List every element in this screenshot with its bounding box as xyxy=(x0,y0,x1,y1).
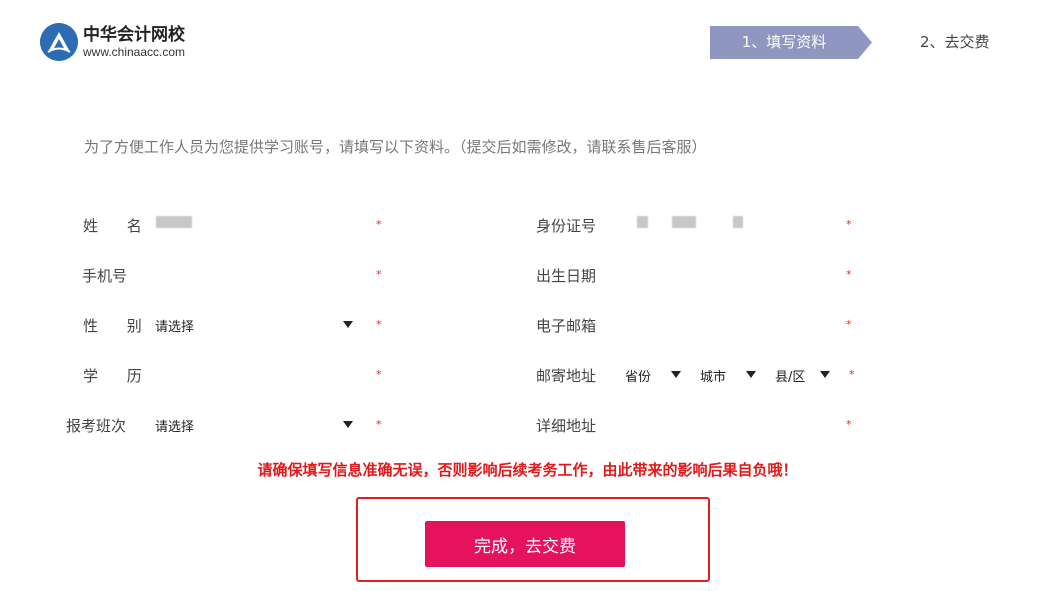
district-select-value: 县/区 xyxy=(775,370,806,385)
class-required-mark: * xyxy=(376,418,382,431)
education-input[interactable] xyxy=(148,358,368,388)
chevron-down-icon xyxy=(671,371,681,378)
district-select[interactable]: 县/区 xyxy=(770,360,838,388)
submit-button[interactable]: 完成，去交费 xyxy=(425,521,625,567)
birth-date-required-mark: * xyxy=(846,268,852,281)
logo-mark-icon xyxy=(40,23,78,61)
province-select[interactable]: 省份 xyxy=(620,360,688,388)
name-label: 姓 名 xyxy=(83,217,154,235)
email-required-mark: * xyxy=(846,318,852,331)
step-fill-info-label: 1、填写资料 xyxy=(741,33,827,51)
mail-address-required-mark: * xyxy=(849,368,855,381)
gender-required-mark: * xyxy=(376,318,382,331)
class-select-value: 请选择 xyxy=(155,420,195,435)
site-logo[interactable]: 中华会计网校 www.chinaacc.com xyxy=(40,23,185,61)
logo-url: www.chinaacc.com xyxy=(83,44,186,59)
province-select-value: 省份 xyxy=(625,370,652,385)
logo-name: 中华会计网校 xyxy=(83,24,185,45)
class-label: 报考班次 xyxy=(66,417,127,435)
name-required-mark: * xyxy=(376,218,382,231)
id-number-label: 身份证号 xyxy=(536,217,597,235)
mail-address-label: 邮寄地址 xyxy=(536,367,597,385)
education-label: 学 历 xyxy=(83,367,154,385)
birth-date-label: 出生日期 xyxy=(536,267,597,285)
phone-input[interactable] xyxy=(148,258,368,288)
chevron-down-icon xyxy=(820,371,830,378)
email-label: 电子邮箱 xyxy=(536,317,597,335)
email-input[interactable] xyxy=(628,308,838,338)
chevron-down-icon xyxy=(343,321,353,328)
detail-address-required-mark: * xyxy=(846,418,852,431)
gender-label: 性 别 xyxy=(83,317,154,335)
id-value-redacted xyxy=(637,216,648,228)
id-value-redacted xyxy=(733,216,743,228)
city-select[interactable]: 城市 xyxy=(695,360,761,388)
chevron-down-icon xyxy=(343,421,353,428)
gender-select[interactable]: 请选择 xyxy=(148,310,358,338)
city-select-value: 城市 xyxy=(700,370,727,385)
warning-text: 请确保填写信息准确无误，否则影响后续考务工作，由此带来的影响后果自负哦！ xyxy=(257,461,798,479)
education-required-mark: * xyxy=(376,368,382,381)
step-fill-info: 1、填写资料 xyxy=(710,26,872,59)
step-pay: 2、去交费 xyxy=(920,33,990,51)
name-value-redacted xyxy=(156,216,192,228)
detail-address-input[interactable] xyxy=(628,408,838,438)
gender-select-value: 请选择 xyxy=(155,320,195,335)
class-select[interactable]: 请选择 xyxy=(148,410,358,438)
detail-address-label: 详细地址 xyxy=(536,417,597,435)
phone-required-mark: * xyxy=(376,268,382,281)
birth-date-input[interactable] xyxy=(628,258,838,288)
id-value-redacted xyxy=(672,216,696,228)
chevron-down-icon xyxy=(746,371,756,378)
phone-label: 手机号 xyxy=(82,267,128,285)
id-required-mark: * xyxy=(846,218,852,231)
intro-text: 为了方便工作人员为您提供学习账号，请填写以下资料。（提交后如需修改，请联系售后客… xyxy=(84,138,707,156)
